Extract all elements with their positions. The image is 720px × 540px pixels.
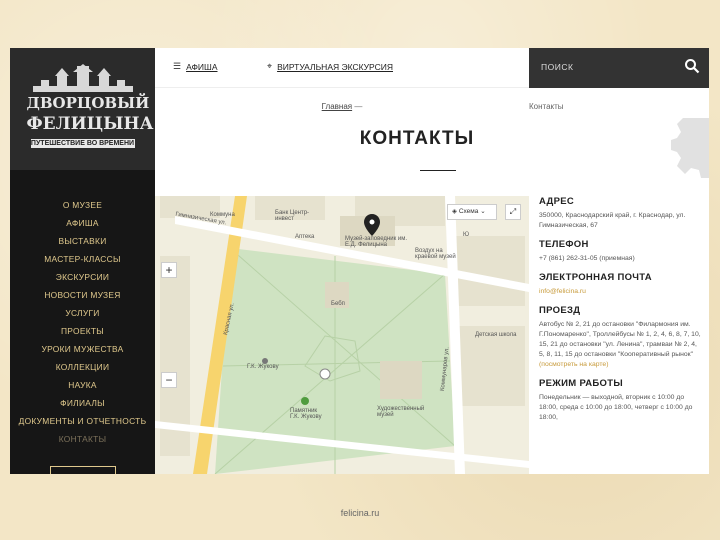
map-layers-button[interactable]: ◈ Схема ⌄ (447, 204, 497, 220)
fullscreen-button[interactable]: ⤢ (505, 204, 521, 220)
sidebar: ДВОРЦОВЫЙ ФЕЛИЦЫНА ПУТЕШЕСТВИЕ ВО ВРЕМЕН… (10, 48, 155, 474)
nav-item-contacts[interactable]: Контакты (10, 430, 155, 448)
hours-text: Понедельник — выходной, вторник с 10:00 … (539, 394, 693, 421)
website-screenshot-right: ПОИСК Контакты АДРЕС 350000, Краснодарск… (529, 48, 709, 474)
map-label-shop: Коммуна (210, 212, 235, 218)
map-label-park: Бебп (331, 301, 345, 307)
chevron-down-icon: ⌄ (478, 208, 486, 215)
nav-item-projects[interactable]: Проекты (10, 322, 155, 340)
nav-item-science[interactable]: Наука (10, 376, 155, 394)
zoom-in-button[interactable]: + (161, 262, 177, 278)
map-layers-label: Схема (458, 208, 479, 215)
nav-item-excursions[interactable]: Экскурсии (10, 268, 155, 286)
list-icon: ☰ (173, 61, 182, 71)
search-label: ПОИСК (541, 62, 574, 72)
layers-icon: ◈ (452, 208, 459, 215)
nav-item-collections[interactable]: Коллекции (10, 358, 155, 376)
virtual-tour-label: ВИРТУАЛЬНАЯ ЭКСКУРСИЯ (277, 61, 393, 72)
map-label-monument: Памятник Г.К. Жукову (290, 408, 322, 420)
map-label-regional-museum: Воздух на краевой музей (415, 248, 456, 260)
map-label-sq: Ю (463, 232, 470, 238)
map-label-museum: Музей-заповедник им. Е.Д. Фелицына (345, 236, 408, 248)
map-label-school: Детская школа (475, 332, 517, 338)
main-nav: О музее Афиша Выставки Мастер-классы Экс… (10, 196, 155, 448)
logo-tagline: ПУТЕШЕСТВИЕ ВО ВРЕМЕНИ (30, 139, 135, 148)
contacts-panel: АДРЕС 350000, Краснодарский край, г. Кра… (539, 196, 704, 431)
logo-line-1: ДВОРЦОВЫЙ (26, 94, 150, 112)
email-link[interactable]: info@felicina.ru (539, 287, 704, 297)
museum-logo[interactable]: ДВОРЦОВЫЙ ФЕЛИЦЫНА ПУТЕШЕСТВИЕ ВО ВРЕМЕН… (26, 64, 154, 154)
search-icon[interactable] (684, 58, 700, 74)
page-title: КОНТАКТЫ (359, 128, 475, 149)
zoom-out-button[interactable]: − (161, 372, 177, 388)
title-divider (420, 170, 456, 171)
breadcrumb-current: Контакты (529, 102, 564, 111)
breadcrumb-home[interactable]: Главная (322, 102, 352, 111)
nav-item-news[interactable]: Новости музея (10, 286, 155, 304)
map-label-zhukov: Г.К. Жукову (247, 364, 279, 370)
search-bar[interactable]: ПОИСК (529, 48, 709, 88)
map-label-art-museum: Художественный музей (377, 406, 425, 418)
nav-item-documents[interactable]: Документы и отчетность (10, 412, 155, 430)
route-text: Автобус № 2, 21 до остановки "Филармония… (539, 321, 701, 358)
top-bar: ☰ АФИША ⌖ ВИРТУАЛЬНАЯ ЭКСКУРСИЯ (155, 48, 529, 88)
map-label-bank: Банк Центр-инвест (275, 210, 310, 222)
logo-line-2: ФЕЛИЦЫНА (26, 114, 154, 134)
tour-icon: ⌖ (267, 61, 273, 71)
logo-area[interactable]: ДВОРЦОВЫЙ ФЕЛИЦЫНА ПУТЕШЕСТВИЕ ВО ВРЕМЕН… (10, 48, 155, 170)
map-canvas (155, 196, 529, 474)
address-text: 350000, Краснодарский край, г. Краснодар… (539, 212, 686, 229)
nav-item-exhibitions[interactable]: Выставки (10, 232, 155, 250)
afisha-label: АФИША (186, 61, 218, 72)
hours-heading: РЕЖИМ РАБОТЫ (539, 378, 623, 389)
nav-item-branches[interactable]: Филиалы (10, 394, 155, 412)
website-screenshot: ДВОРЦОВЫЙ ФЕЛИЦЫНА ПУТЕШЕСТВИЕ ВО ВРЕМЕН… (10, 48, 529, 474)
nav-item-services[interactable]: Услуги (10, 304, 155, 322)
nav-item-about[interactable]: О музее (10, 196, 155, 214)
nav-item-afisha[interactable]: Афиша (10, 214, 155, 232)
phone-text[interactable]: +7 (861) 262-31-05 (приемная) (539, 254, 704, 264)
address-heading: АДРЕС (539, 196, 575, 207)
email-heading: ЭЛЕКТРОННАЯ ПОЧТА (539, 272, 652, 283)
breadcrumb: Главная — (155, 102, 529, 111)
virtual-tour-link[interactable]: ⌖ ВИРТУАЛЬНАЯ ЭКСКУРСИЯ (267, 61, 393, 72)
map[interactable]: Гимназическая ул. Красная ул. Коммунаров… (155, 196, 529, 474)
nav-item-courage-lessons[interactable]: Уроки мужества (10, 340, 155, 358)
gear-icon (671, 118, 709, 178)
footer-url: felicina.ru (340, 508, 380, 518)
afisha-link[interactable]: ☰ АФИША (173, 61, 218, 72)
route-map-link[interactable]: (посмотреть на карте) (539, 361, 608, 368)
nav-item-master-classes[interactable]: Мастер-классы (10, 250, 155, 268)
route-heading: ПРОЕЗД (539, 305, 581, 316)
phone-heading: ТЕЛЕФОН (539, 239, 589, 250)
breadcrumb-separator: — (354, 102, 363, 111)
sidebar-button[interactable] (50, 466, 116, 474)
map-label-pharmacy: Аптека (295, 234, 315, 240)
